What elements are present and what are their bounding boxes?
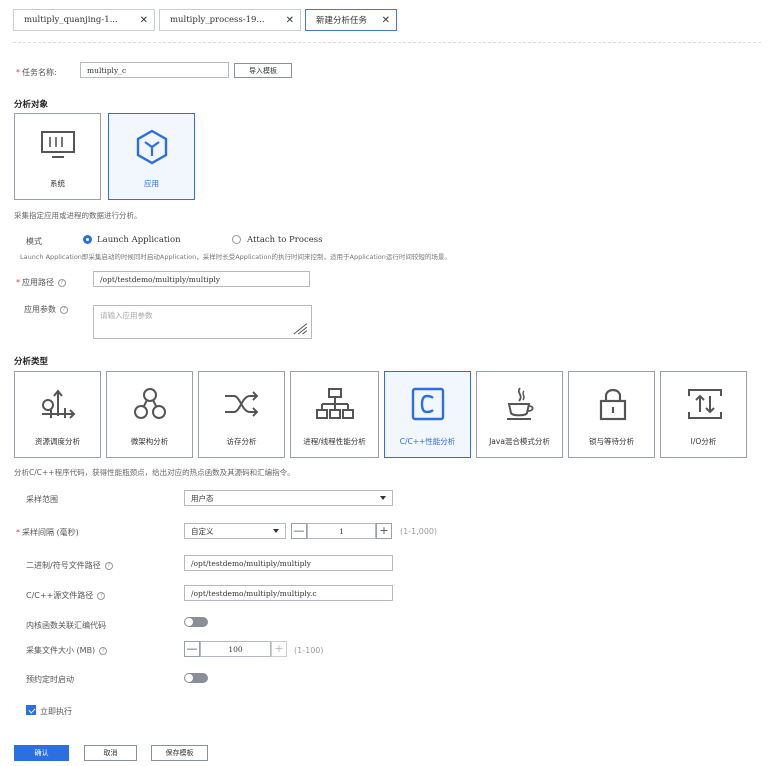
micro-architecture-icon xyxy=(134,388,166,419)
type-card-resource-schedule[interactable]: 资源调度分析 xyxy=(14,371,101,458)
type-card-java[interactable]: Java混合模式分析 xyxy=(476,371,563,458)
type-card-c-cpp[interactable]: C/C++性能分析 xyxy=(384,371,471,458)
radio-attach-to-process-label: Attach to Process xyxy=(247,235,323,245)
type-card-label: I/O分析 xyxy=(690,437,717,446)
java-icon xyxy=(507,387,534,420)
cube-icon xyxy=(136,129,168,165)
type-card-label: 资源调度分析 xyxy=(35,437,80,446)
object-card-label: 应用 xyxy=(144,179,159,188)
sample-interval-increment-button[interactable]: + xyxy=(376,523,392,539)
confirm-button[interactable]: 确认 xyxy=(14,745,69,761)
resize-handle-icon[interactable] xyxy=(290,321,308,335)
resource-schedule-icon xyxy=(42,389,76,419)
tab-divider xyxy=(13,42,761,43)
cancel-button[interactable]: 取消 xyxy=(84,745,137,761)
file-size-label: 采集文件大小 (MB)? xyxy=(26,645,108,656)
app-params-label: 应用参数? xyxy=(24,304,68,315)
sample-interval-mode-value: 自定义 xyxy=(191,526,214,536)
tab-bar: multiply_quanjing-1... ✕ multiply_proces… xyxy=(13,9,397,31)
app-params-textarea[interactable]: 请输入应用参数 xyxy=(93,305,312,339)
sample-range-value: 用户态 xyxy=(191,493,214,503)
chevron-down-icon xyxy=(273,529,279,533)
file-size-label-text: 采集文件大小 (MB) xyxy=(26,646,96,655)
tab-label: 新建分析任务 xyxy=(316,16,368,26)
type-card-label: C/C++性能分析 xyxy=(399,437,456,446)
radio-launch-application[interactable] xyxy=(83,235,92,244)
binary-path-label-text: 二进制/符号文件路径 xyxy=(26,561,101,570)
tab-multiply-process[interactable]: multiply_process-19... ✕ xyxy=(159,9,301,31)
sample-range-select[interactable]: 用户态 xyxy=(184,490,393,506)
tab-label: multiply_quanjing-1... xyxy=(24,15,118,25)
type-card-label: Java混合模式分析 xyxy=(489,437,550,446)
file-size-input[interactable]: 100 xyxy=(200,641,271,657)
run-now-label: 立即执行 xyxy=(40,707,72,716)
mode-hint: Launch Application即采集启动的时候同时启动Applicatio… xyxy=(20,253,451,261)
help-icon[interactable]: ? xyxy=(60,305,68,314)
radio-launch-application-label: Launch Application xyxy=(97,235,181,245)
file-size-decrement-button[interactable]: — xyxy=(184,641,200,657)
sample-interval-mode-select[interactable]: 自定义 xyxy=(184,523,286,539)
analysis-type-title: 分析类型 xyxy=(14,357,49,367)
kernel-asm-label: 内核函数关联汇编代码 xyxy=(26,621,106,630)
type-card-label: 进程/线程性能分析 xyxy=(303,437,366,446)
help-icon[interactable]: ? xyxy=(99,646,108,655)
type-card-io[interactable]: I/O分析 xyxy=(660,371,747,458)
help-icon[interactable]: ? xyxy=(104,561,113,570)
help-icon[interactable]: ? xyxy=(97,591,106,600)
type-card-lock-wait[interactable]: 锁与等待分析 xyxy=(568,371,655,458)
file-size-range: (1-100) xyxy=(294,646,324,655)
object-card-system[interactable]: 系统 xyxy=(14,113,101,200)
import-template-button[interactable]: 导入模板 xyxy=(234,63,292,78)
save-template-button[interactable]: 保存模板 xyxy=(151,745,208,761)
task-name-input[interactable]: multiply_c xyxy=(80,62,229,78)
type-card-memory-access[interactable]: 访存分析 xyxy=(198,371,285,458)
radio-attach-to-process[interactable] xyxy=(232,235,241,244)
help-icon[interactable]: ? xyxy=(58,278,66,287)
analysis-object-description: 采集指定应用或进程的数据进行分析。 xyxy=(14,211,142,220)
tab-multiply-quanjing[interactable]: multiply_quanjing-1... ✕ xyxy=(13,9,155,31)
task-name-label: 任务名称: xyxy=(16,67,57,78)
type-card-micro-architecture[interactable]: 微架构分析 xyxy=(106,371,193,458)
source-path-label-text: C/C++源文件路径 xyxy=(26,591,94,600)
mode-label: 模式 xyxy=(26,237,42,246)
app-path-input[interactable]: /opt/testdemo/multiply/multiply xyxy=(93,271,310,287)
process-thread-icon xyxy=(316,388,354,419)
type-card-label: 微架构分析 xyxy=(130,437,169,446)
type-card-label: 访存分析 xyxy=(226,437,257,446)
sample-interval-input[interactable]: 1 xyxy=(307,523,376,539)
object-card-application[interactable]: 应用 xyxy=(108,113,195,200)
scheduled-start-label: 预约定时启动 xyxy=(26,675,74,684)
app-path-label: 应用路径? xyxy=(16,277,66,288)
run-now-checkbox[interactable] xyxy=(26,705,36,715)
io-icon xyxy=(688,389,722,419)
close-icon[interactable]: ✕ xyxy=(382,15,390,26)
close-icon[interactable]: ✕ xyxy=(140,15,148,26)
type-card-label: 锁与等待分析 xyxy=(589,437,634,446)
sample-range-label: 采样范围 xyxy=(26,495,58,504)
sample-interval-label: 采样间隔 (毫秒) xyxy=(16,527,79,538)
binary-path-input[interactable]: /opt/testdemo/multiply/multiply xyxy=(184,555,393,571)
sample-interval-range: (1-1,000) xyxy=(400,527,438,536)
monitor-icon xyxy=(41,131,75,158)
source-path-label: C/C++源文件路径? xyxy=(26,590,106,601)
kernel-asm-toggle[interactable] xyxy=(184,617,208,627)
analysis-object-title: 分析对象 xyxy=(14,100,49,110)
lock-icon xyxy=(599,388,627,421)
close-icon[interactable]: ✕ xyxy=(286,15,294,26)
file-size-increment-button[interactable]: + xyxy=(271,641,287,657)
tab-label: multiply_process-19... xyxy=(170,15,265,25)
source-path-input[interactable]: /opt/testdemo/multiply/multiply.c xyxy=(184,585,393,601)
binary-path-label: 二进制/符号文件路径? xyxy=(26,560,113,571)
memory-access-icon xyxy=(225,391,259,417)
object-card-label: 系统 xyxy=(50,179,65,188)
scheduled-start-toggle[interactable] xyxy=(184,673,208,683)
type-card-process-thread[interactable]: 进程/线程性能分析 xyxy=(290,371,379,458)
app-path-label-text: 应用路径 xyxy=(22,278,54,287)
tab-new-analysis-task[interactable]: 新建分析任务 ✕ xyxy=(305,9,397,31)
analysis-type-description: 分析C/C++程序代码，获得性能瓶颈点，给出对应的热点函数及其源码和汇编指令。 xyxy=(14,468,295,477)
app-params-label-text: 应用参数 xyxy=(24,305,56,314)
c-language-icon xyxy=(411,387,445,421)
chevron-down-icon xyxy=(380,496,386,500)
sample-interval-decrement-button[interactable]: — xyxy=(291,523,307,539)
